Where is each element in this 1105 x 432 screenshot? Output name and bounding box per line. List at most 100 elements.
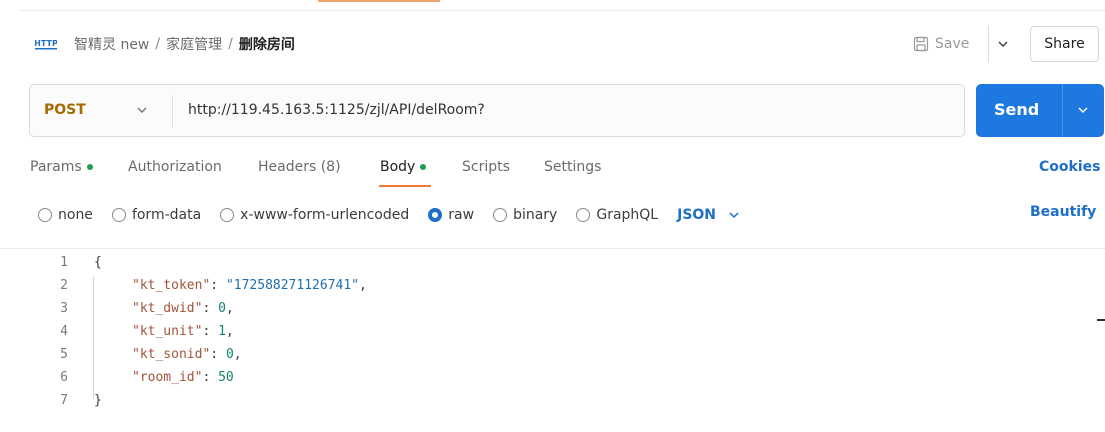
line-number: 6 — [60, 370, 68, 385]
format-select[interactable]: JSON — [677, 207, 740, 223]
line-number: 4 — [60, 324, 68, 339]
code-editor[interactable]: 1 { 2 "kt_token": "172588271126741", 3 "… — [0, 253, 1105, 432]
radio-button[interactable] — [493, 208, 508, 222]
json-key: "room_id" — [132, 370, 203, 385]
cookies-link[interactable]: Cookies — [1039, 159, 1100, 175]
tab-label: Authorization — [128, 159, 222, 175]
radio-button[interactable] — [576, 208, 591, 222]
send-label: Send — [994, 100, 1040, 119]
radio-label: raw — [448, 207, 475, 223]
radio-label: x-www-form-urlencoded — [240, 207, 410, 223]
body-type-raw[interactable]: raw — [428, 207, 474, 223]
breadcrumb-separator: / — [228, 36, 233, 52]
body-type-form-data[interactable]: form-data — [111, 207, 202, 223]
line-number: 3 — [60, 301, 68, 316]
active-tab-accent — [318, 0, 440, 2]
code-line: 2 "kt_token": "172588271126741", — [0, 278, 1080, 301]
save-divider — [988, 26, 989, 62]
send-divider — [1062, 84, 1063, 137]
method-divider — [172, 95, 173, 128]
breadcrumb-request-name[interactable]: 删除房间 — [239, 34, 295, 54]
chevron-down-icon[interactable] — [1076, 103, 1090, 117]
save-icon — [913, 36, 929, 52]
body-type-options: none form-data x-www-form-urlencoded raw… — [38, 204, 740, 226]
code-line: 6 "room_id": 50 — [0, 370, 1080, 393]
save-label: Save — [935, 36, 970, 52]
json-key: "kt_token" — [132, 278, 211, 293]
svg-text:HTTP: HTTP — [35, 39, 57, 48]
send-button[interactable]: Send — [976, 84, 1104, 137]
tab-params[interactable]: Params — [30, 159, 93, 175]
json-value: 1 — [218, 324, 226, 339]
breadcrumb-separator: / — [155, 36, 161, 52]
tab-authorization[interactable]: Authorization — [128, 159, 222, 175]
tab-label: Params — [30, 159, 82, 175]
json-comma: , — [359, 278, 367, 293]
breadcrumb-folder[interactable]: 家庭管理 — [166, 34, 222, 54]
json-comma: , — [225, 301, 234, 316]
share-button[interactable]: Share — [1030, 26, 1099, 62]
body-type-graphql[interactable]: GraphQL — [576, 207, 658, 223]
code-line: 7 } — [0, 393, 1080, 416]
tab-label: Settings — [544, 159, 602, 175]
tab-settings[interactable]: Settings — [544, 159, 601, 175]
request-header: HTTP 智精灵 new / 家庭管理 / 删除房间 Save Share — [18, 22, 1105, 66]
status-dot — [86, 164, 93, 170]
json-value: 0 — [218, 301, 226, 316]
editor-divider — [0, 248, 1105, 249]
tab-label: Headers (8) — [258, 159, 341, 175]
http-icon: HTTP — [35, 39, 57, 50]
radio-label: binary — [513, 207, 558, 223]
json-key: "kt_unit" — [132, 324, 203, 339]
breadcrumb-workspace[interactable]: 智精灵 new — [74, 34, 149, 54]
tab-body[interactable]: Body — [380, 159, 427, 175]
radio-label: none — [58, 207, 93, 223]
request-url-bar: POST http://119.45.163.5:1125/zjl/API/de… — [29, 84, 965, 137]
line-number: 1 — [60, 255, 68, 270]
open-brace: { — [94, 255, 102, 270]
chevron-down-icon[interactable] — [135, 103, 149, 117]
status-dot — [420, 164, 427, 170]
json-key: "kt_dwid" — [132, 301, 203, 316]
json-key: "kt_sonid" — [132, 347, 211, 362]
code-line: 4 "kt_unit": 1, — [0, 324, 1080, 347]
tab-label: Scripts — [462, 159, 510, 175]
beautify-link[interactable]: Beautify — [1030, 204, 1096, 220]
json-comma: , — [233, 347, 242, 362]
chevron-down-icon — [998, 41, 1008, 48]
save-button[interactable]: Save — [913, 32, 969, 56]
body-type-urlencoded[interactable]: x-www-form-urlencoded — [220, 207, 409, 223]
breadcrumb: 智精灵 new / 家庭管理 / 删除房间 — [74, 34, 295, 54]
body-type-none[interactable]: none — [38, 207, 93, 223]
tab-strip-border — [18, 10, 1105, 11]
json-value: "172588271126741" — [225, 278, 359, 293]
line-number: 2 — [60, 278, 68, 293]
method-select[interactable]: POST — [44, 102, 86, 118]
tab-headers[interactable]: Headers (8) — [258, 159, 341, 175]
radio-button[interactable] — [38, 208, 52, 222]
json-value: 0 — [225, 347, 234, 362]
code-line: 3 "kt_dwid": 0, — [0, 301, 1080, 324]
radio-label: form-data — [131, 207, 202, 223]
url-input[interactable]: http://119.45.163.5:1125/zjl/API/delRoom… — [188, 102, 485, 118]
code-line: 1 { — [0, 255, 1080, 278]
body-type-binary[interactable]: binary — [493, 207, 557, 223]
tab-scripts[interactable]: Scripts — [462, 159, 510, 175]
radio-button-selected[interactable] — [428, 208, 443, 222]
format-label: JSON — [677, 207, 717, 223]
save-options-button[interactable] — [993, 34, 1013, 54]
chevron-down-icon — [729, 212, 739, 219]
code-line: 5 "kt_sonid": 0, — [0, 347, 1080, 370]
radio-button[interactable] — [220, 208, 235, 222]
line-number: 7 — [60, 393, 68, 408]
tab-label: Body — [380, 159, 416, 175]
line-number: 5 — [60, 347, 68, 362]
request-tabs: Params Authorization Headers (8) Body Sc… — [0, 156, 1105, 190]
json-comma: , — [225, 324, 234, 339]
radio-label: GraphQL — [596, 207, 659, 223]
json-value: 50 — [218, 370, 234, 385]
close-brace: } — [94, 393, 102, 408]
radio-button[interactable] — [111, 208, 126, 222]
active-tab-underline — [379, 185, 431, 187]
scrollbar-marker[interactable] — [1097, 319, 1105, 321]
